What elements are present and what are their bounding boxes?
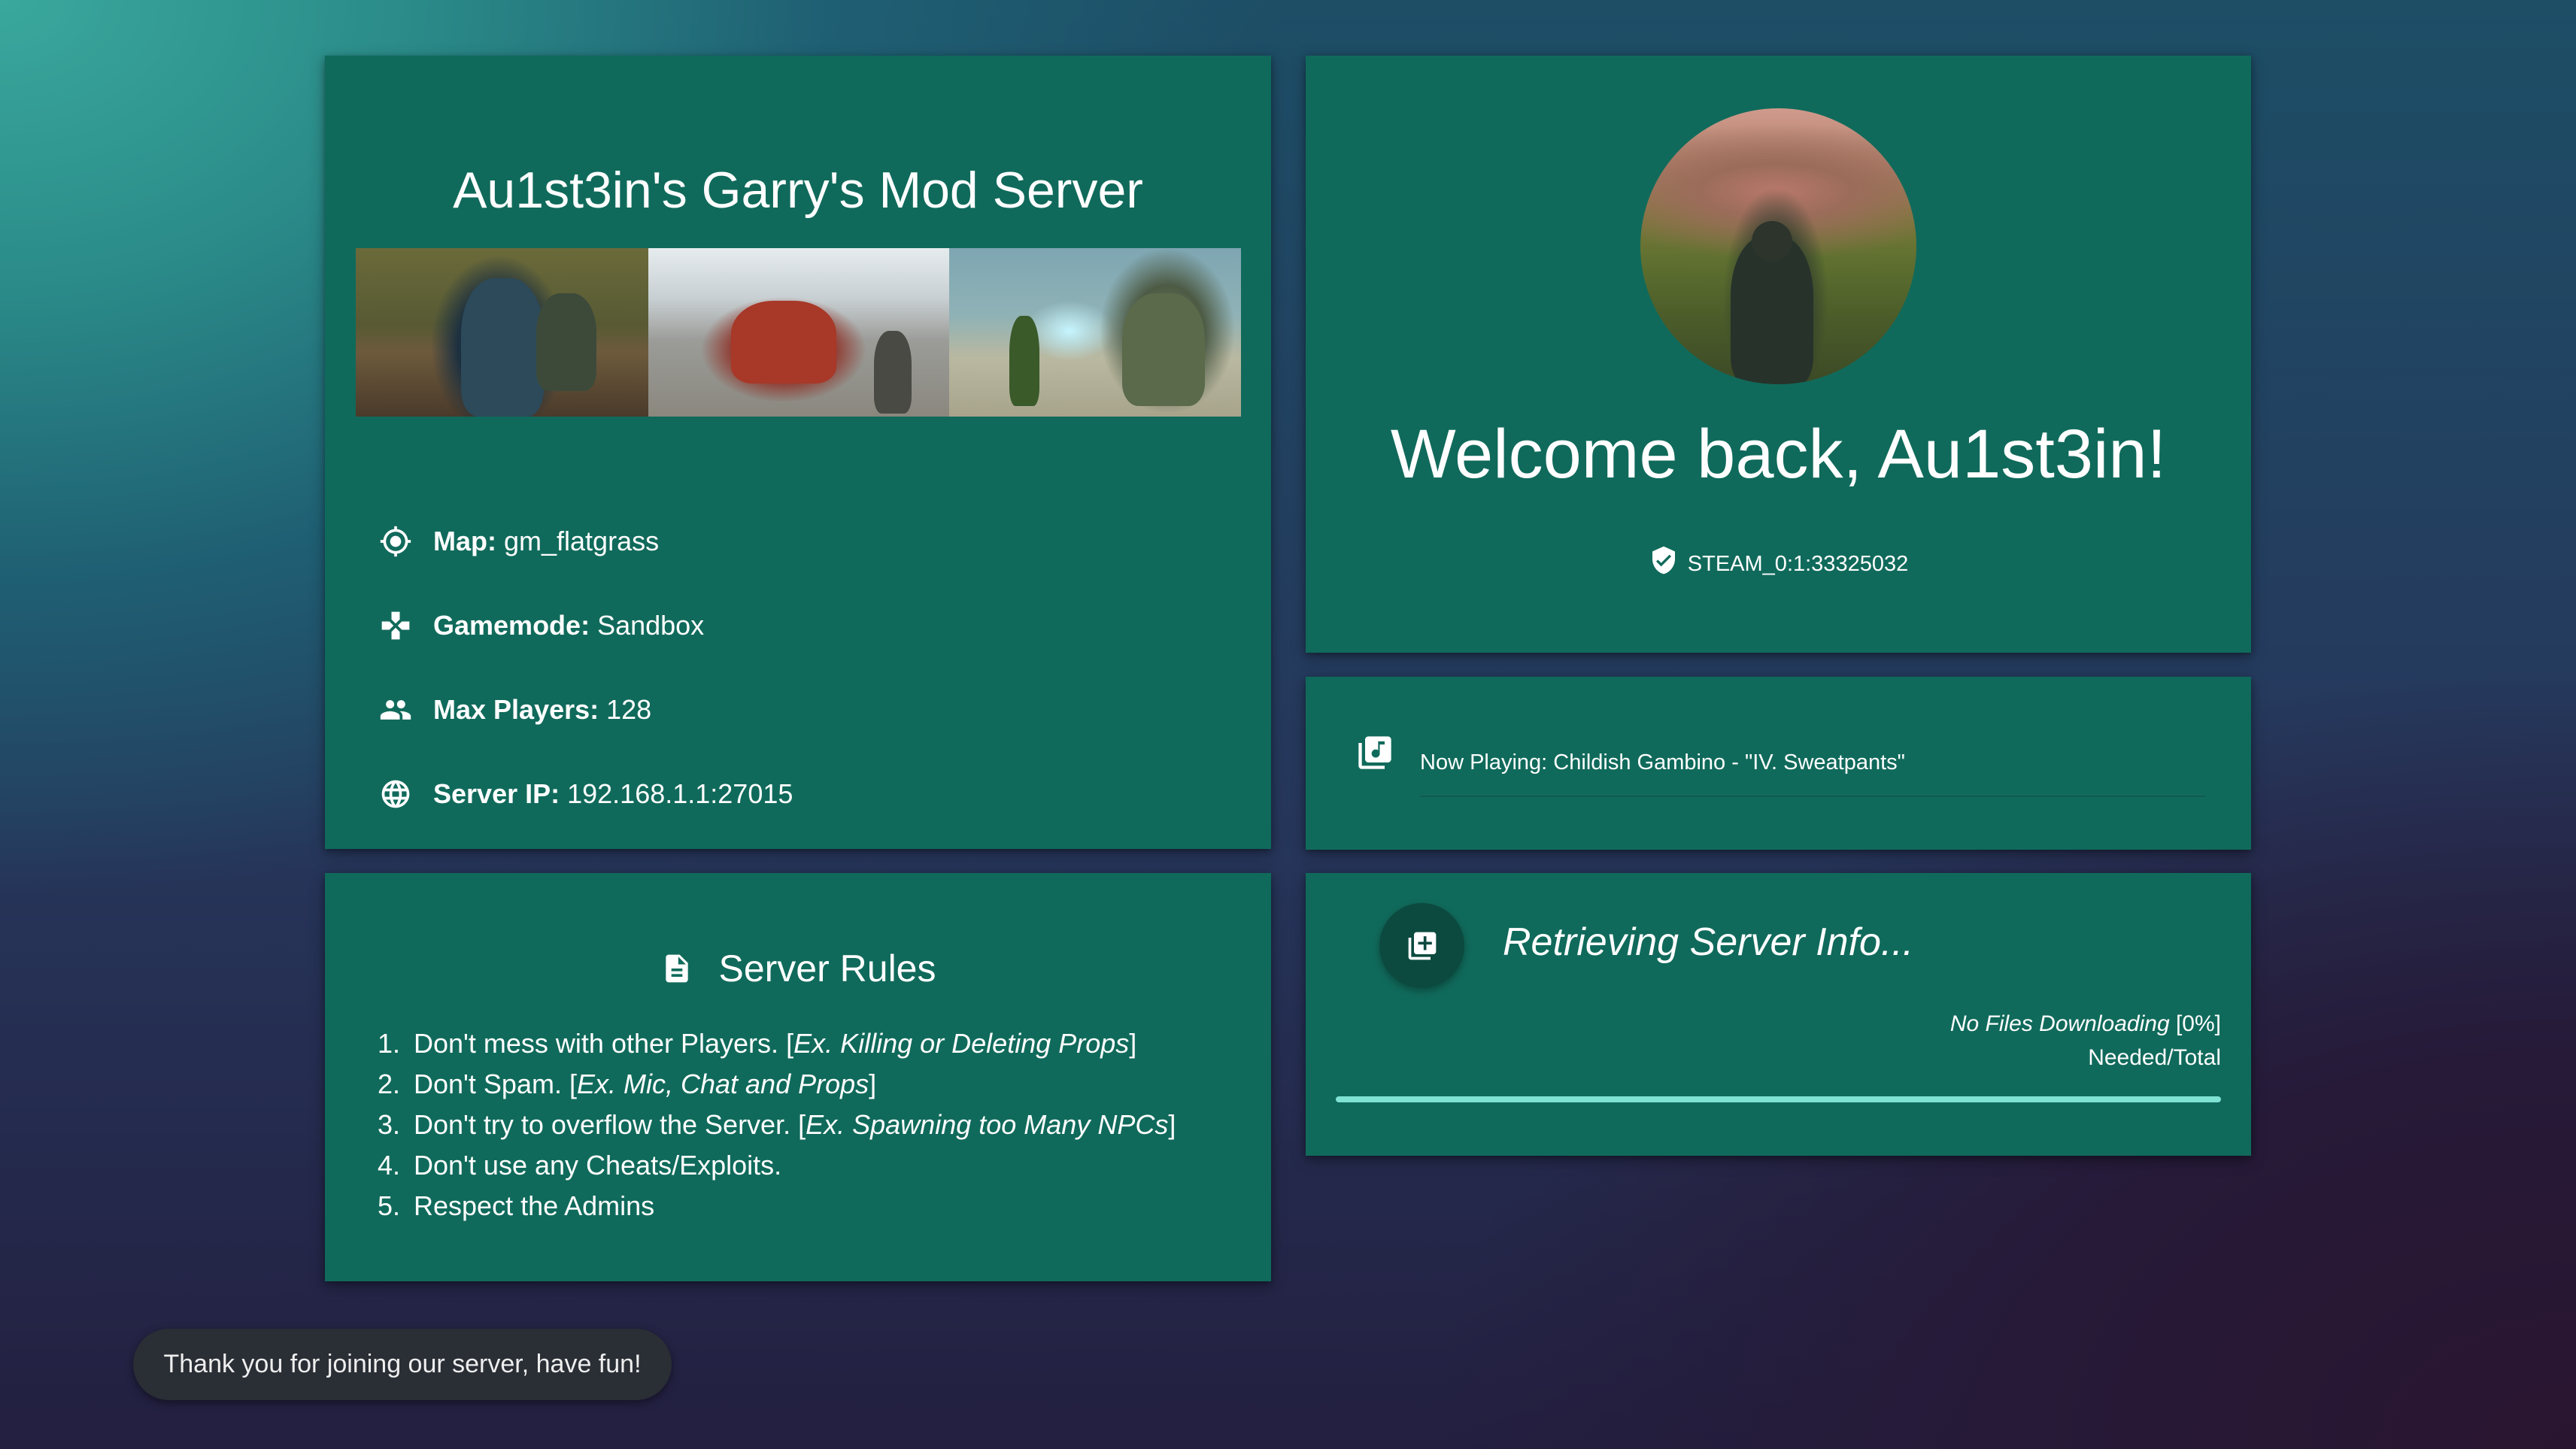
max-players-label: Max Players: [433,694,599,725]
map-value: gm_flatgrass [504,526,660,556]
progress-bar [1336,1096,2221,1102]
welcome-message: Welcome back, Au1st3in! [1390,416,2167,493]
rule-item: 1. Don't mess with other Players. [Ex. Ki… [378,1028,1137,1059]
rules-heading: Server Rules [325,947,1271,990]
rules-title: Server Rules [718,947,936,990]
add-library-button[interactable] [1379,903,1464,988]
info-row-gamemode: Gamemode: Sandbox [379,603,704,648]
progress-fill [1336,1096,2221,1102]
music-library-icon [1358,736,1391,769]
welcome-card: Welcome back, Au1st3in! STEAM_0:1:333250… [1306,56,2251,653]
steam-id-row: STEAM_0:1:33325032 [1306,546,2251,577]
rules-list: 1. Don't mess with other Players. [Ex. Ki… [378,1023,1176,1226]
download-label: No Files Downloading [1949,1011,2170,1036]
verified-shield-icon [1652,546,1675,574]
rule-item: 3. Don't try to overflow the Server. [Ex.… [378,1109,1176,1140]
gamepad-icon [381,611,410,640]
rule-item: 4. Don't use any Cheats/Exploits. [378,1150,782,1181]
gamemode-value: Sandbox [597,610,705,641]
toast-notification: Thank you for joining our server, have f… [133,1329,672,1400]
now-playing-text: Now Playing: Childish Gambino - "IV. Swe… [1420,750,1905,775]
toast-message: Thank you for joining our server, have f… [163,1350,642,1378]
info-row-max-players: Max Players: 128 [379,687,651,732]
steam-id: STEAM_0:1:33325032 [1687,552,1909,576]
server-rules-card: Server Rules 1. Don't mess with other Pla… [325,873,1271,1281]
server-info-card: Au1st3in's Garry's Mod Server Map: gm_fl… [325,56,1271,849]
globe-icon [381,780,410,808]
loading-status-text: Retrieving Server Info... [1503,920,1914,964]
download-percent: [0%] [2175,1011,2221,1036]
rule-item: 2. Don't Spam. [Ex. Mic, Chat and Props] [378,1069,877,1099]
max-players-value: 128 [606,694,652,725]
server-info-list: Map: gm_flatgrass Gamemode: Sandbox Max … [325,56,1271,849]
server-ip-label: Server IP: [433,778,560,809]
loading-status-card: Retrieving Server Info... No Files Downl… [1306,873,2251,1156]
needed-total: Needed/Total [2088,1045,2221,1070]
document-icon [665,954,688,983]
players-icon [380,700,411,720]
map-label: Map: [433,526,496,556]
now-playing-card: Now Playing: Childish Gambino - "IV. Swe… [1306,677,2251,850]
avatar [1640,108,1916,384]
add-library-icon [1408,932,1436,959]
crosshair-icon [380,526,411,557]
divider [1420,796,2205,797]
rule-item: 5. Respect the Admins [378,1190,655,1221]
download-status: No Files Downloading [0%] Needed/Total [1950,1007,2221,1075]
gamemode-label: Gamemode: [433,610,590,641]
info-row-server-ip: Server IP: 192.168.1.1:27015 [379,771,793,817]
info-row-map: Map: gm_flatgrass [379,519,659,564]
server-ip-value: 192.168.1.1:27015 [567,778,793,809]
